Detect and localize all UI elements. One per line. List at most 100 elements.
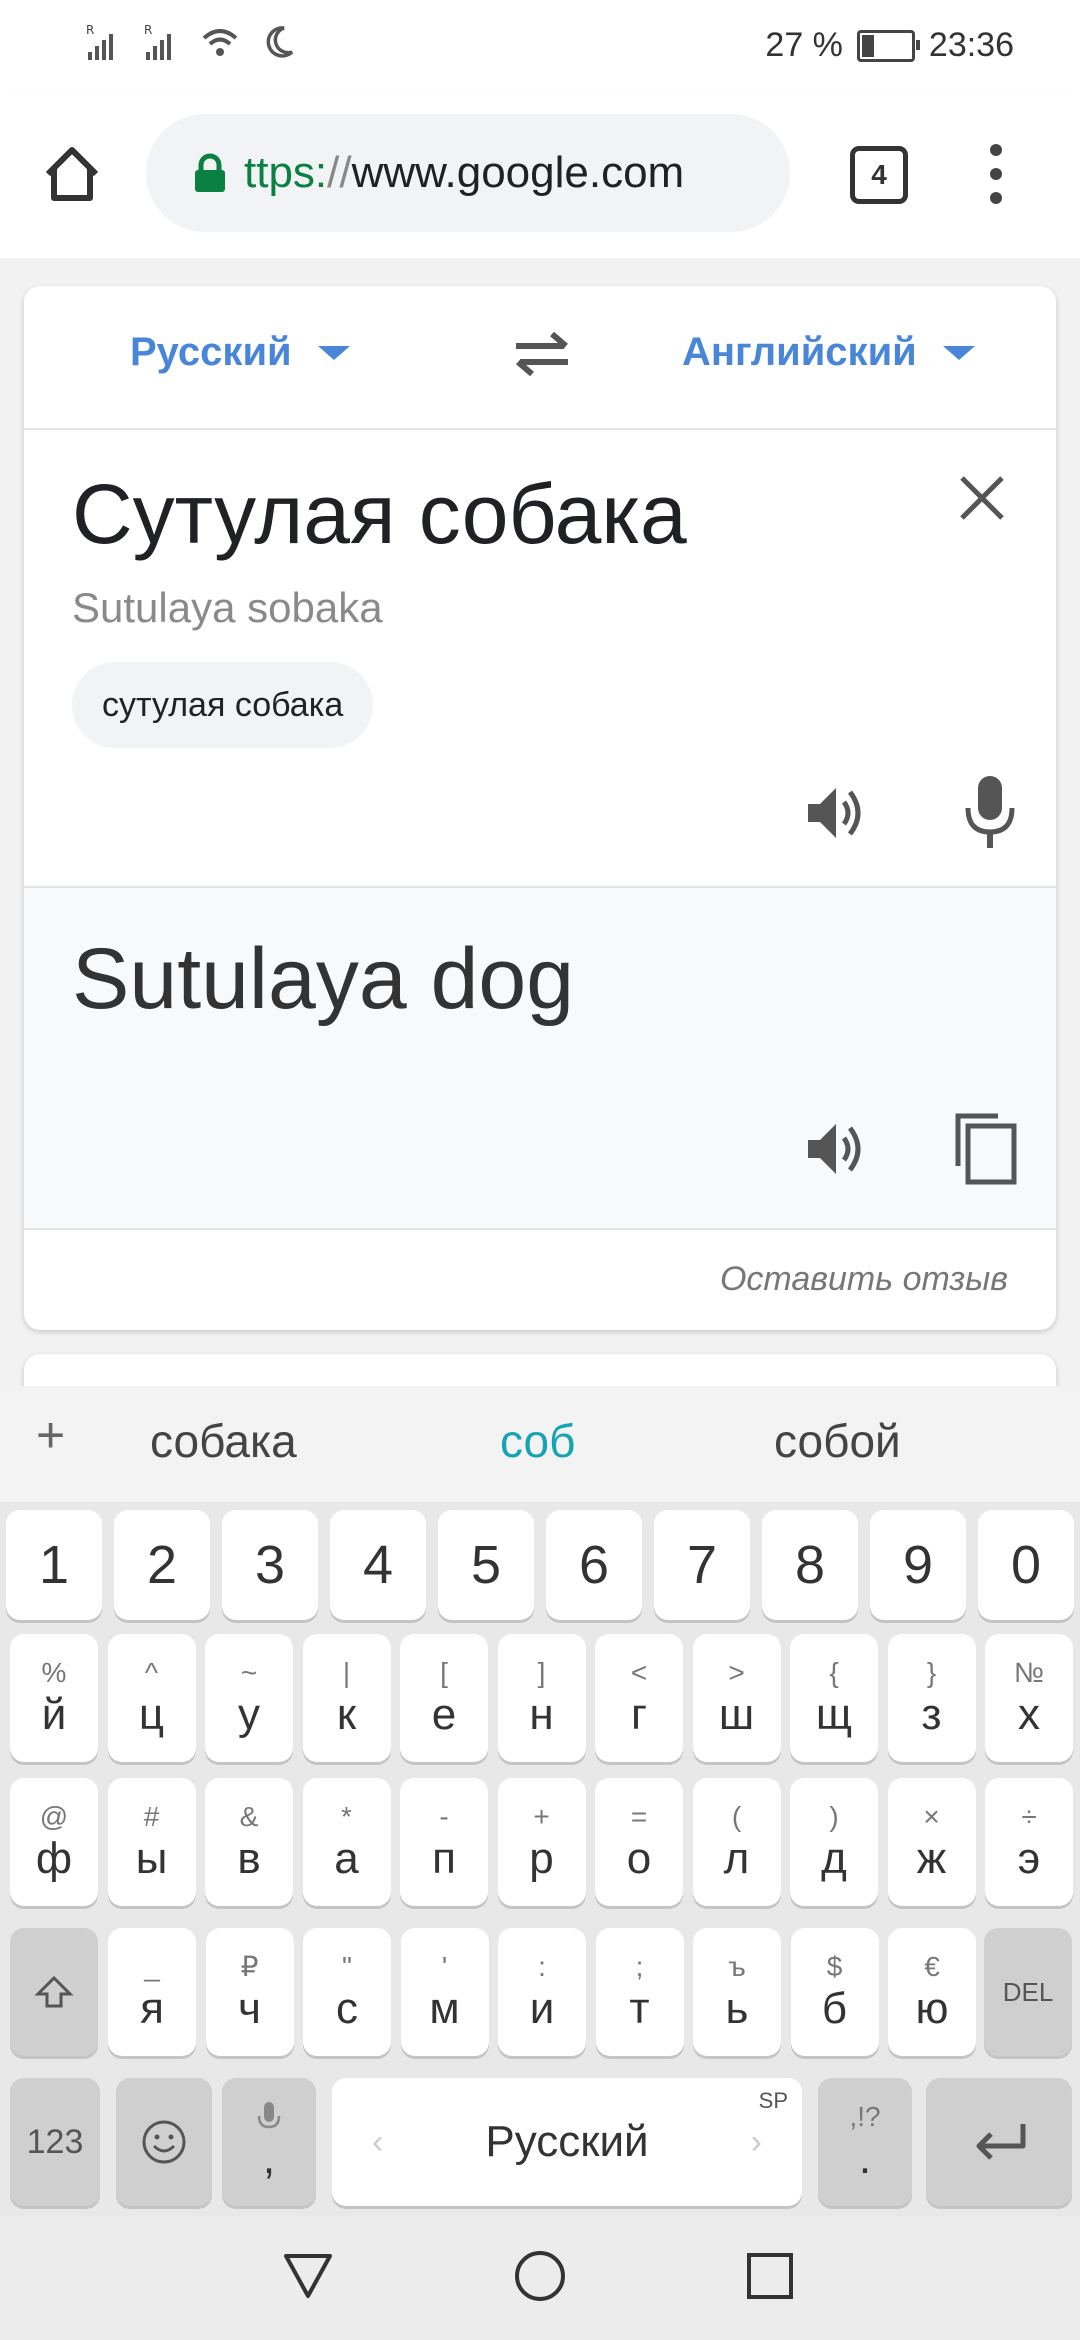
key-number[interactable]: 1 (6, 1510, 102, 1620)
home-icon[interactable] (40, 142, 104, 206)
key-number[interactable]: 7 (654, 1510, 750, 1620)
key-secondary-label: ÷ (1021, 1801, 1037, 1832)
key-letter[interactable]: _ я (108, 1928, 196, 2056)
key-letter[interactable]: % й (10, 1634, 98, 1762)
suggestion-bar: + собака соб собой (0, 1386, 1080, 1502)
key-letter[interactable]: & в (205, 1778, 293, 1906)
speaker-icon[interactable] (804, 1116, 870, 1182)
key-letter[interactable]: ) д (790, 1778, 878, 1906)
key-letter[interactable]: × ж (887, 1778, 976, 1906)
key-letter[interactable]: -п (400, 1778, 488, 1906)
period-key[interactable]: ,!?. (818, 2078, 912, 2206)
navigation-bar (0, 2216, 1080, 2340)
plus-icon[interactable]: + (36, 1406, 65, 1464)
target-language-select[interactable]: Английский (682, 330, 975, 375)
key-letter[interactable]: # ы (107, 1778, 196, 1906)
key-letter[interactable]: " с (303, 1928, 391, 2056)
key-number[interactable]: 4 (330, 1510, 426, 1620)
emoji-key[interactable] (116, 2078, 212, 2206)
key-label: з (921, 1690, 942, 1739)
recents-icon[interactable] (746, 2252, 794, 2300)
key-letter[interactable]: + р (497, 1778, 586, 1906)
feedback-link[interactable]: Оставить отзыв (720, 1260, 1008, 1299)
key-label: т (629, 1984, 650, 2033)
key-secondary-label: ,!? (849, 2101, 881, 2132)
address-bar[interactable]: ttps://www.google.com (146, 114, 790, 232)
key-number[interactable]: 0 (978, 1510, 1074, 1620)
source-language-select[interactable]: Русский (130, 330, 350, 375)
suggestion-word[interactable]: собой (774, 1414, 901, 1468)
suggestion-word[interactable]: собака (150, 1414, 297, 1468)
comma-key[interactable]: , (222, 2078, 316, 2206)
key-letter[interactable]: ] н (497, 1634, 586, 1762)
numbers-mode-key[interactable]: 123 (10, 2078, 100, 2206)
key-label: ц (138, 1690, 165, 1739)
key-letter[interactable]: $ б (790, 1928, 879, 2056)
delete-key[interactable]: DEL (984, 1928, 1072, 2056)
key-letter[interactable]: [е (400, 1634, 488, 1762)
key-label: ь (725, 1984, 749, 2033)
key-secondary-label: : (538, 1951, 546, 1982)
key-label: с (336, 1984, 358, 2033)
key-letter[interactable]: :и (498, 1928, 586, 2056)
key-secondary-label: _ (144, 1951, 160, 1982)
close-icon[interactable] (956, 472, 1008, 524)
key-label: ю (915, 1984, 949, 2033)
overflow-menu-icon[interactable] (986, 144, 1006, 204)
space-key-label: Русский (485, 2117, 649, 2166)
browser-toolbar: ttps://www.google.com 4 (0, 92, 1080, 258)
key-letter[interactable]: @ ф (10, 1778, 98, 1906)
key-secondary-label: # (143, 1801, 160, 1832)
key-number[interactable]: 5 (438, 1510, 534, 1620)
suggestion-chip[interactable]: сутулая собака (72, 662, 374, 748)
key-letter[interactable]: = о (595, 1778, 683, 1906)
key-label: у (238, 1690, 260, 1739)
status-bar: R R 27 % 23:36 (0, 0, 1080, 92)
key-letter[interactable]: € ю (888, 1928, 976, 2056)
shift-key[interactable] (10, 1928, 98, 2056)
home-circle-icon[interactable] (514, 2250, 566, 2302)
suggestion-word[interactable]: соб (500, 1414, 575, 1468)
key-letter[interactable]: * а (302, 1778, 391, 1906)
key-letter[interactable]: ₽ ч (205, 1928, 294, 2056)
url-host: www.google.com (351, 148, 685, 197)
key-letter[interactable]: } з (887, 1634, 976, 1762)
back-icon[interactable] (282, 2252, 334, 2300)
key-label: 9 (902, 1535, 934, 1595)
key-label: ж (916, 1834, 947, 1883)
key-letter[interactable]: > ш (692, 1634, 781, 1762)
key-number[interactable]: 8 (762, 1510, 858, 1620)
key-letter[interactable]: ^ ц (107, 1634, 196, 1762)
source-text-input[interactable]: Сутулая собака (72, 466, 687, 563)
svg-text:R: R (86, 23, 94, 37)
lock-icon (195, 153, 225, 192)
key-letter[interactable]: (л (692, 1778, 781, 1906)
key-letter[interactable]: ~ у (205, 1634, 293, 1762)
swap-languages-icon[interactable] (510, 326, 574, 382)
page-content: Русский Английский Сутулая собака Sutula… (0, 258, 1080, 1414)
copy-icon[interactable] (952, 1110, 1018, 1186)
key-number[interactable]: 3 (222, 1510, 318, 1620)
space-key[interactable]: SP ‹ Русский › (332, 2078, 802, 2206)
key-letter[interactable]: | к (302, 1634, 391, 1762)
key-secondary-label: } (926, 1657, 937, 1688)
speaker-icon[interactable] (804, 780, 870, 846)
key-letter[interactable]: < г (595, 1634, 683, 1762)
key-secondary-label: - (439, 1801, 449, 1832)
key-number[interactable]: 9 (870, 1510, 966, 1620)
microphone-icon[interactable] (964, 774, 1016, 850)
key-label: 0 (1010, 1535, 1042, 1595)
key-letter[interactable]: ъь (693, 1928, 781, 2056)
key-letter[interactable]: № х (985, 1634, 1073, 1762)
enter-key[interactable] (926, 2078, 1072, 2206)
tab-switcher-button[interactable]: 4 (850, 146, 908, 204)
key-letter[interactable]: ; т (595, 1928, 684, 2056)
key-secondary-label: ъ (728, 1951, 746, 1982)
key-letter[interactable]: ÷ э (985, 1778, 1073, 1906)
key-letter[interactable]: ' м (400, 1928, 489, 2056)
soft-keyboard: + собака соб собой 1 2 3 4 5 6 7 8 9 0% й ^ ц ~ у | к[е]… (0, 1386, 1080, 2216)
key-letter[interactable]: {щ (790, 1634, 878, 1762)
key-number[interactable]: 2 (114, 1510, 210, 1620)
key-label: а (334, 1834, 359, 1883)
key-number[interactable]: 6 (546, 1510, 642, 1620)
